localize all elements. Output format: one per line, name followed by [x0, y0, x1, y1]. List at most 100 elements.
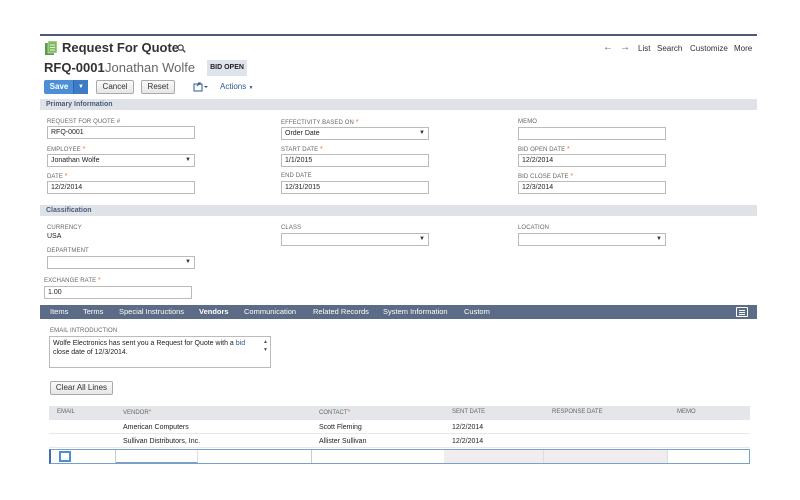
contact-cell[interactable]: Allister Sullivan — [319, 438, 366, 445]
print-icon[interactable] — [193, 81, 209, 93]
bid-close-date-field[interactable]: 12/3/2014 — [518, 181, 666, 194]
exchange-rate-label: EXCHANGE RATE * — [44, 277, 101, 284]
nav-customize-link[interactable]: Customize — [690, 44, 728, 53]
record-name: Jonathan Wolfe — [105, 60, 196, 75]
primary-information-header[interactable]: Primary Information — [40, 99, 757, 110]
tab-items[interactable]: Items — [50, 307, 68, 316]
location-select[interactable]: ▼ — [518, 233, 666, 246]
bid-close-date-label: BID CLOSE DATE * — [518, 173, 574, 180]
start-date-field[interactable]: 1/1/2015 — [281, 154, 429, 167]
record-number: RFQ-0001 — [44, 60, 105, 75]
currency-value: USA — [47, 233, 62, 240]
chevron-down-icon: ▼ — [185, 259, 191, 265]
memo-field[interactable] — [518, 127, 666, 140]
menu-icon[interactable] — [736, 307, 748, 317]
actions-label: Actions — [220, 82, 247, 91]
start-date-label: START DATE * — [281, 146, 323, 153]
page-title: Request For Quote — [62, 40, 180, 55]
contact-cell[interactable]: Scott Fleming — [319, 424, 362, 431]
search-icon[interactable] — [177, 44, 186, 53]
nav-search-link[interactable]: Search — [657, 44, 682, 53]
effectivity-select[interactable]: Order Date ▼ — [281, 127, 429, 140]
vendor-cell[interactable]: American Computers — [123, 424, 189, 431]
top-divider — [40, 34, 757, 36]
effectivity-value: Order Date — [285, 130, 320, 137]
save-label: Save — [49, 82, 69, 91]
tab-related-records[interactable]: Related Records — [313, 307, 369, 316]
class-select[interactable]: ▼ — [281, 233, 429, 246]
email-intro-text-end: close date of 12/3/2014. — [53, 349, 128, 356]
department-label: DEPARTMENT — [47, 248, 89, 254]
currency-label: CURRENCY — [47, 225, 82, 231]
department-select[interactable]: ▼ — [47, 256, 195, 269]
sent-date-cell[interactable]: 12/2/2014 — [452, 438, 483, 445]
save-button[interactable]: Save — [44, 80, 74, 94]
email-intro-text: Wolfe Electronics has sent you a Request… — [53, 340, 236, 347]
nav-list-link[interactable]: List — [638, 44, 650, 53]
date-field[interactable]: 12/2/2014 — [47, 181, 195, 194]
sent-date-input[interactable] — [444, 450, 544, 463]
employee-select[interactable]: Jonathan Wolfe ▼ — [47, 154, 195, 167]
email-intro-label: EMAIL INTRODUCTION — [50, 328, 118, 334]
column-response-date[interactable]: RESPONSE DATE — [552, 409, 603, 415]
end-date-label: END DATE — [281, 173, 312, 179]
tab-terms[interactable]: Terms — [83, 307, 103, 316]
tab-custom[interactable]: Custom — [464, 307, 490, 316]
required-marker: * — [320, 146, 323, 153]
cell-divider — [311, 450, 312, 463]
employee-label: EMPLOYEE * — [47, 146, 86, 153]
nav-more-link[interactable]: More — [734, 44, 752, 53]
required-marker: * — [82, 146, 86, 153]
clear-all-lines-button[interactable]: Clear All Lines — [50, 381, 113, 395]
required-marker: * — [570, 173, 574, 180]
chevron-down-icon: ▼ — [248, 85, 254, 91]
employee-value: Jonathan Wolfe — [51, 157, 100, 164]
bid-open-date-field[interactable]: 12/2/2014 — [518, 154, 666, 167]
vendor-input[interactable] — [116, 450, 198, 463]
effectivity-label: EFFECTIVITY BASED ON * — [281, 119, 359, 126]
document-icon — [45, 41, 57, 55]
actions-menu[interactable]: Actions ▼ — [220, 82, 253, 91]
chevron-down-icon: ▼ — [419, 236, 425, 242]
back-arrow-icon[interactable]: ← — [603, 42, 613, 53]
column-sent-date[interactable]: SENT DATE — [452, 409, 485, 415]
tab-vendors[interactable]: Vendors — [199, 307, 229, 316]
required-marker: * — [64, 173, 68, 180]
vendor-cell[interactable]: Sullivan Distributors, Inc. — [123, 438, 200, 445]
rfq-number-label: REQUEST FOR QUOTE # — [47, 119, 121, 125]
memo-label: MEMO — [518, 119, 538, 125]
scroll-arrows-icon[interactable]: ▲ ▼ — [263, 338, 268, 354]
date-label: DATE * — [47, 173, 68, 180]
cancel-button[interactable]: Cancel — [96, 80, 134, 94]
chevron-down-icon: ▼ — [656, 236, 662, 242]
column-vendor[interactable]: VENDOR* — [123, 409, 151, 416]
classification-header[interactable]: Classification — [40, 205, 757, 216]
email-intro-link: bid — [235, 340, 246, 347]
chevron-down-icon: ▼ — [78, 84, 84, 90]
required-marker: * — [148, 409, 152, 416]
email-intro-textarea[interactable]: Wolfe Electronics has sent you a Request… — [49, 336, 271, 368]
chevron-down-icon: ▼ — [185, 157, 191, 163]
exchange-rate-field[interactable]: 1.00 — [44, 286, 192, 299]
email-checkbox[interactable] — [59, 451, 71, 462]
column-contact[interactable]: CONTACT* — [319, 409, 350, 416]
tab-system-information[interactable]: System Information — [383, 307, 448, 316]
reset-button[interactable]: Reset — [141, 80, 175, 94]
rfq-number-field[interactable]: RFQ-0001 — [47, 126, 195, 139]
required-marker: * — [97, 277, 101, 284]
forward-arrow-icon[interactable]: → — [620, 42, 630, 53]
save-dropdown-button[interactable]: ▼ — [73, 80, 88, 94]
column-email[interactable]: EMAIL — [57, 409, 75, 415]
sent-date-cell[interactable]: 12/2/2014 — [452, 424, 483, 431]
required-marker: * — [355, 119, 359, 126]
tab-special-instructions[interactable]: Special Instructions — [119, 307, 184, 316]
class-label: CLASS — [281, 225, 302, 231]
tab-communication[interactable]: Communication — [244, 307, 296, 316]
status-badge: BID OPEN — [207, 60, 247, 76]
required-marker: * — [566, 146, 570, 153]
end-date-field[interactable]: 12/31/2015 — [281, 181, 429, 194]
required-marker: * — [347, 409, 351, 416]
column-memo[interactable]: MEMO — [677, 409, 696, 415]
chevron-down-icon: ▼ — [419, 130, 425, 136]
response-date-input[interactable] — [544, 450, 668, 463]
